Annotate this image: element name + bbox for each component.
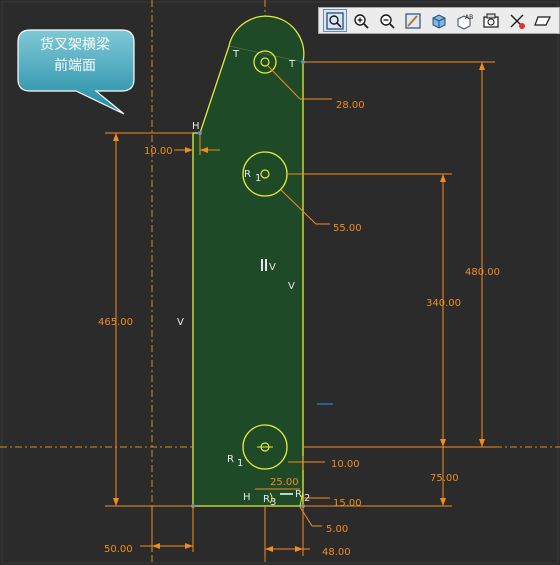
sketch-view-button[interactable]: [479, 9, 503, 32]
zoom-out-button[interactable]: [375, 9, 399, 32]
constraint-vertical-left: V: [177, 317, 184, 328]
zoom-in-icon: [354, 13, 369, 29]
constraint-radius-bottom-index: 1: [237, 458, 243, 469]
callout-line-2: 前端面: [54, 58, 96, 74]
dim-left-height[interactable]: 465.00: [98, 317, 133, 328]
constraint-horizontal-bottom: H: [243, 492, 251, 503]
dim-bottom-right-offset[interactable]: 48.00: [322, 547, 351, 558]
constraint-vertical-bar: [265, 259, 267, 271]
dim-small-width[interactable]: 25.00: [270, 477, 299, 488]
constraint-radius-right-index: 2: [304, 493, 310, 504]
constraint-radius-small: R: [263, 494, 270, 505]
constraint-vertical-right: V: [288, 281, 295, 292]
svg-text:AB: AB: [465, 14, 473, 21]
constraint-equal-radius-mid: R: [244, 169, 251, 180]
dim-total-height[interactable]: 480.00: [465, 267, 500, 278]
datum-display-button[interactable]: [505, 9, 529, 32]
constraint-radius-small-index: 3: [270, 497, 276, 508]
display-style-icon: [432, 13, 446, 29]
datum-display-icon: [510, 14, 525, 29]
dim-small-bottom[interactable]: 5.00: [326, 524, 348, 535]
zoom-out-icon: [380, 13, 395, 29]
sketch-view-icon: [483, 13, 499, 28]
constraint-vertical-bar: [261, 259, 263, 271]
callout-line-1: 货叉架横梁: [40, 37, 110, 53]
zoom-fit-button[interactable]: [323, 9, 347, 32]
annotation-display-button[interactable]: [531, 9, 555, 32]
constraint-tangent-left: T: [232, 49, 240, 60]
display-style-button[interactable]: [427, 9, 451, 32]
callout-text: 货叉架横梁 前端面: [22, 35, 128, 77]
constraint-tangent-right: T: [288, 59, 296, 70]
view-toolbar: AB: [318, 7, 560, 34]
zoom-in-button[interactable]: [349, 9, 373, 32]
dim-circle-diameter[interactable]: 55.00: [333, 223, 362, 234]
dim-step-width[interactable]: 10.00: [144, 146, 173, 157]
dim-small-right[interactable]: 10.00: [331, 459, 360, 470]
saved-views-button[interactable]: AB: [453, 9, 477, 32]
constraint-equal-radius-mid-index: 1: [255, 173, 261, 184]
annotation-display-icon: [534, 15, 551, 26]
dim-bottom-width[interactable]: 50.00: [104, 544, 133, 555]
sketch-canvas[interactable]: 28.00 55.00 480.00 340.00 465.00 10.00 5…: [0, 0, 560, 565]
repaint-button[interactable]: [401, 9, 425, 32]
constraint-radius-right: R: [295, 489, 302, 500]
dim-bottom-circle-height[interactable]: 75.00: [430, 473, 459, 484]
zoom-fit-icon: [326, 11, 344, 30]
saved-views-icon: AB: [457, 14, 473, 30]
dim-top-radius[interactable]: 28.00: [336, 100, 365, 111]
constraint-radius-bottom: R: [227, 454, 234, 465]
repaint-icon: [405, 12, 421, 29]
dim-small-offset[interactable]: 15.00: [333, 498, 362, 509]
dim-mid-to-bottom[interactable]: 340.00: [426, 298, 461, 309]
constraint-horizontal-top: H: [192, 121, 200, 132]
constraint-vertical-center: V: [269, 262, 276, 273]
